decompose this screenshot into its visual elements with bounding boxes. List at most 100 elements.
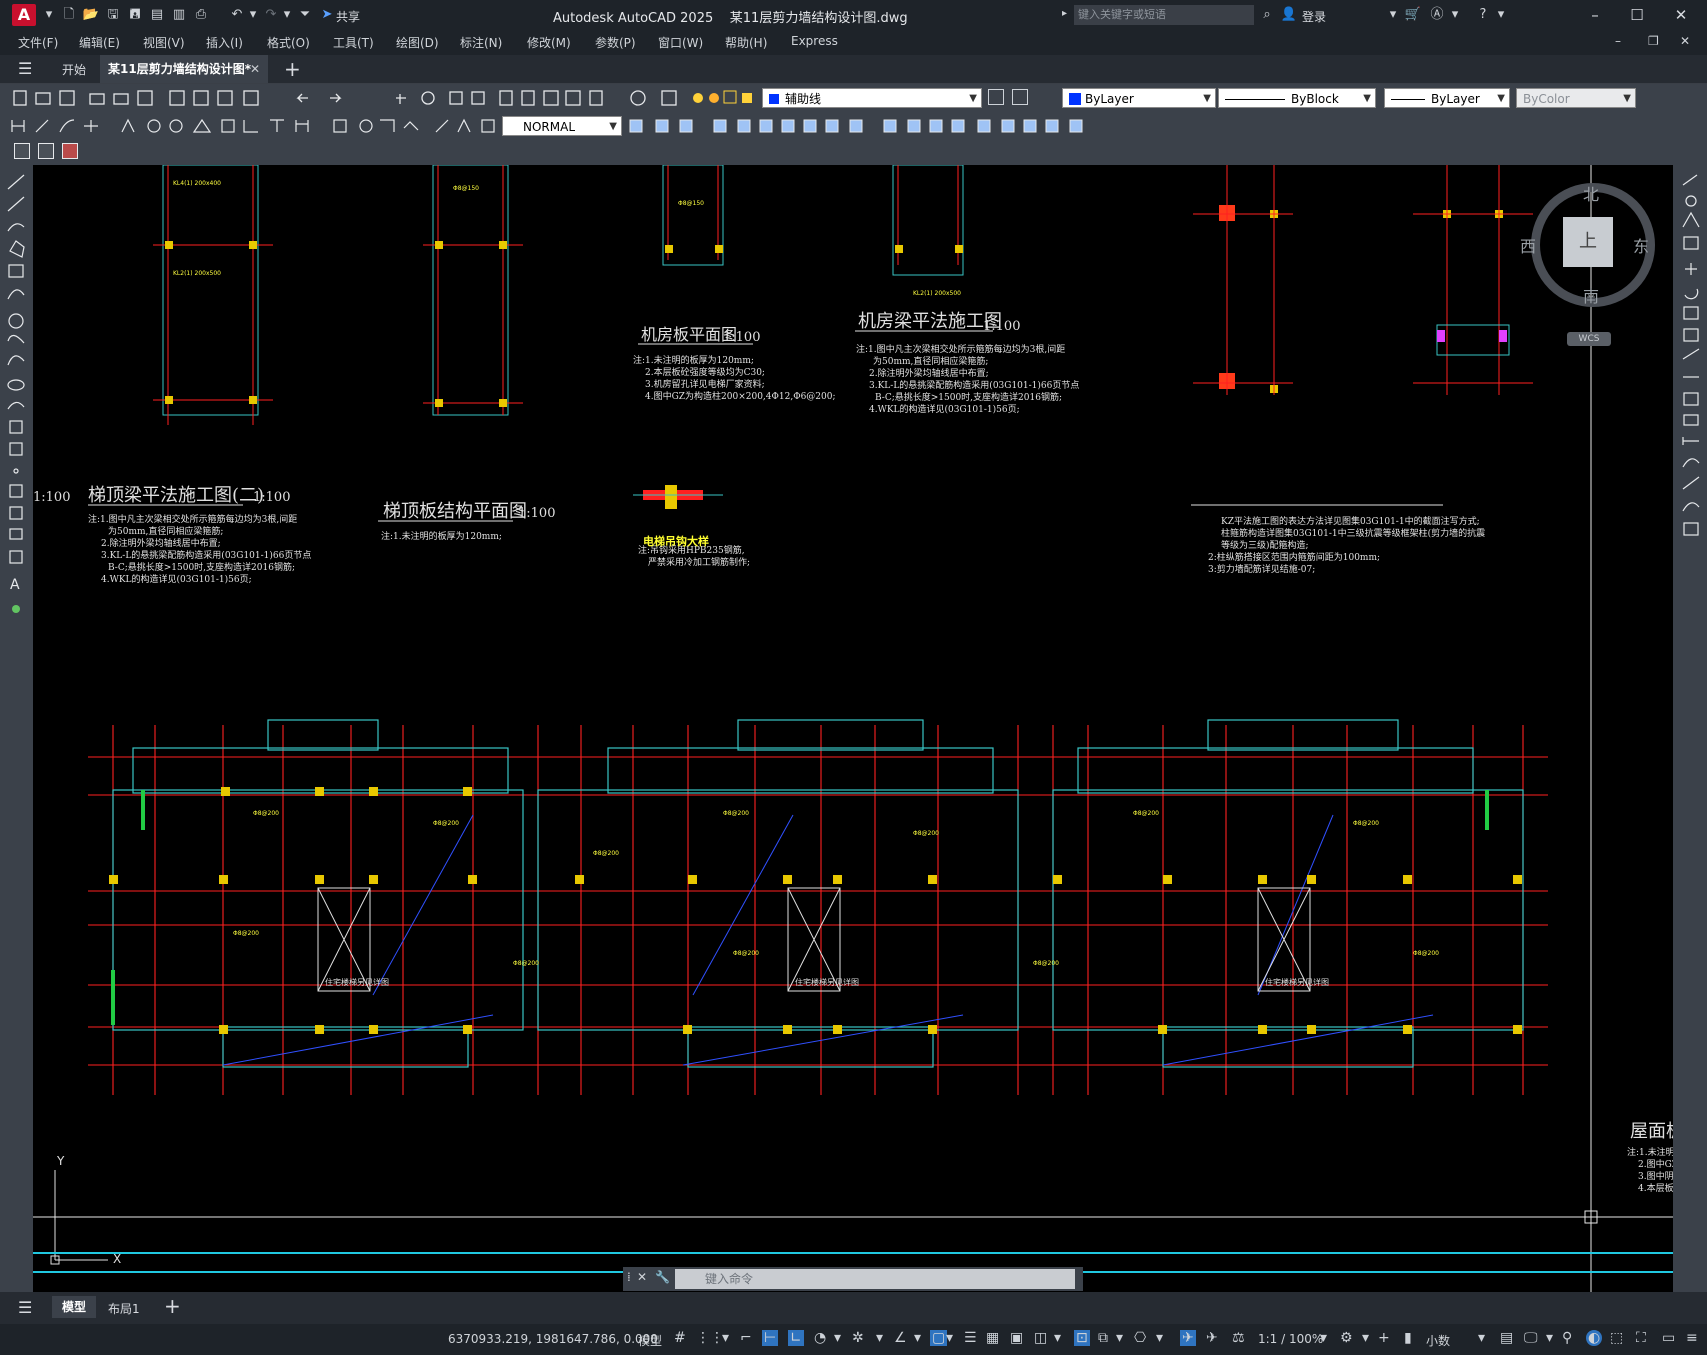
units-value[interactable]: 小数	[1426, 1332, 1450, 1349]
clean-screen-icon[interactable]: ⬚	[1610, 1330, 1623, 1346]
menu-format[interactable]: 格式(O)	[267, 34, 310, 51]
login-button[interactable]: 登录	[1302, 8, 1326, 25]
transparency-icon[interactable]: ▦	[986, 1330, 999, 1346]
hardware-acceleration-icon[interactable]: ◐	[1586, 1330, 1603, 1346]
draw-tools-icons[interactable]: A	[4, 169, 30, 619]
save-as-icon[interactable]: 🖪	[126, 6, 144, 24]
attribute-icon[interactable]	[61, 143, 78, 159]
3d-osnap-dropdown-icon[interactable]: ▾	[1054, 1330, 1061, 1346]
menu-dimension[interactable]: 标注(N)	[460, 34, 502, 51]
login-dropdown-icon[interactable]: ▾	[1384, 6, 1402, 24]
customize-dropdown-icon[interactable]: ⏷	[296, 6, 314, 24]
new-tab-plus-icon[interactable]: +	[284, 57, 301, 81]
model-space-toggle[interactable]: 模型	[638, 1332, 662, 1349]
add-layout-plus-icon[interactable]: +	[164, 1294, 181, 1318]
standard-toolbar-icons[interactable]	[10, 88, 700, 108]
3d-osnap-icon[interactable]: ◫	[1034, 1330, 1047, 1346]
web-open-icon[interactable]: ▤	[148, 6, 166, 24]
print-icon[interactable]: ⎙	[192, 6, 210, 24]
scale-dropdown-icon[interactable]: ▾	[1320, 1330, 1327, 1346]
viewcube-west[interactable]: 西	[1520, 233, 1536, 257]
search-expand-icon[interactable]: ▸	[1062, 8, 1067, 19]
share-icon[interactable]: ➤	[318, 6, 336, 24]
selection-filter-dropdown-icon[interactable]: ▾	[1116, 1330, 1123, 1346]
ortho-icon[interactable]: ∟	[788, 1330, 804, 1346]
help-icon[interactable]: ?	[1474, 6, 1492, 24]
layer-previous-icon[interactable]	[988, 89, 1004, 105]
command-customize-icon[interactable]: 🔧	[655, 1270, 670, 1284]
menu-tools[interactable]: 工具(T)	[333, 34, 374, 51]
app-dropdown-icon[interactable]: ▾	[1446, 6, 1464, 24]
object-snap-dropdown-icon[interactable]: ▾	[946, 1330, 953, 1346]
command-close-icon[interactable]: ✕	[637, 1270, 647, 1284]
viewcube-north[interactable]: 北	[1583, 181, 1599, 205]
dimension-tools-icons[interactable]	[8, 116, 498, 136]
tab-layout1[interactable]: 布局1	[108, 1300, 140, 1317]
undo-dropdown-icon[interactable]: ▾	[244, 6, 262, 24]
drawing-canvas[interactable]: KL4(1) 200x400 KL2(1) 200x500 Φ8@150 Φ8@150…	[33, 165, 1673, 1292]
workspace-gear-icon[interactable]: ⚙	[1340, 1330, 1353, 1346]
maximize-icon[interactable]: ☐	[1622, 4, 1652, 26]
app-menu-chevron-icon[interactable]: ▾	[40, 6, 58, 24]
polar-icon[interactable]: ◔	[814, 1330, 826, 1346]
dynamic-ucs-icon[interactable]: ⊡	[1074, 1330, 1090, 1346]
help-dropdown-icon[interactable]: ▾	[1492, 6, 1510, 24]
layer-match-icon[interactable]	[1011, 89, 1028, 105]
menu-insert[interactable]: 插入(I)	[206, 34, 243, 51]
fullscreen-icon[interactable]: ⛶	[1636, 1330, 1646, 1346]
save-icon[interactable]: 🖫	[104, 6, 122, 24]
menu-express[interactable]: Express	[791, 34, 838, 48]
web-save-icon[interactable]: ▥	[170, 6, 188, 24]
plotstyle-select[interactable]: ByColor ▼	[1516, 88, 1636, 108]
new-file-icon[interactable]: 🗋	[60, 6, 78, 24]
lock-ui-dropdown-icon[interactable]: ▾	[1546, 1330, 1553, 1346]
share-button[interactable]: 共享	[336, 8, 360, 25]
annotation-monitor-plus-icon[interactable]: +	[1378, 1330, 1390, 1346]
grid-icon[interactable]: #	[674, 1330, 686, 1346]
hamburger-menu-icon[interactable]: ☰	[18, 59, 32, 78]
doc-close-icon[interactable]: ✕	[1680, 34, 1690, 48]
wcs-menu[interactable]: WCS	[1567, 332, 1611, 346]
command-grip-icon[interactable]: ⁞	[627, 1270, 631, 1284]
annotation-scale-value[interactable]: 1:1 / 100%	[1258, 1332, 1323, 1346]
customize-status-icon[interactable]: ▭	[1662, 1330, 1675, 1346]
isolate-objects-icon[interactable]: ⚲	[1562, 1330, 1572, 1346]
osnap-tracking-dropdown-icon[interactable]: ▾	[914, 1330, 921, 1346]
auto-scale-icon[interactable]: ✈	[1206, 1330, 1218, 1346]
viewcube-east[interactable]: 东	[1633, 233, 1649, 257]
polar-dropdown-icon[interactable]: ▾	[834, 1330, 841, 1346]
layer-select[interactable]: 辅助线 ▼	[762, 88, 982, 108]
command-input[interactable]: 键入命令	[675, 1269, 1075, 1289]
selection-cycling-icon[interactable]: ▣	[1010, 1330, 1023, 1346]
color-select[interactable]: ByLayer ▼	[1062, 88, 1216, 108]
menu-view[interactable]: 视图(V)	[143, 34, 185, 51]
modify-tools-vertical-icons[interactable]	[1679, 171, 1703, 581]
search-input[interactable]: 键入关键字或短语	[1074, 5, 1254, 25]
block-editor-icon[interactable]	[14, 143, 30, 159]
modify-tools-icons[interactable]	[626, 116, 1126, 136]
selection-filter-icon[interactable]: ⧉	[1098, 1330, 1108, 1346]
search-icon[interactable]: ⌕	[1258, 6, 1276, 24]
lock-ui-icon[interactable]: 🖵	[1524, 1330, 1538, 1346]
menu-edit[interactable]: 编辑(E)	[79, 34, 120, 51]
infer-constraints-icon[interactable]: ⌐	[740, 1330, 752, 1346]
lineweight-select[interactable]: ByLayer ▼	[1384, 88, 1510, 108]
minimize-icon[interactable]: –	[1580, 4, 1610, 26]
tab-model[interactable]: 模型	[52, 1296, 96, 1318]
status-menu-icon[interactable]: ≡	[1686, 1330, 1698, 1346]
tab-close-icon[interactable]: ✕	[250, 55, 260, 83]
object-snap-tracking-icon[interactable]: ∠	[894, 1330, 907, 1346]
dimstyle-select[interactable]: NORMAL ▼	[502, 116, 622, 136]
workspace-dropdown-icon[interactable]: ▾	[1362, 1330, 1369, 1346]
redo-dropdown-icon[interactable]: ▾	[278, 6, 296, 24]
snap-icon[interactable]: ⋮⋮	[696, 1330, 724, 1346]
viewcube-south[interactable]: 南	[1583, 283, 1599, 307]
insert-block-icon[interactable]	[37, 143, 54, 159]
units-dropdown-icon[interactable]: ▾	[1478, 1330, 1485, 1346]
extra-tools[interactable]	[12, 143, 80, 159]
annotation-visibility-icon[interactable]: ✈	[1180, 1330, 1196, 1346]
tab-document[interactable]: 某11层剪力墙结构设计图* ✕	[100, 55, 268, 83]
gizmo-icon[interactable]: ⎔	[1134, 1330, 1146, 1346]
autodesk-app-icon[interactable]: Ⓐ	[1428, 6, 1446, 24]
object-snap-icon[interactable]: ▢	[930, 1330, 948, 1346]
